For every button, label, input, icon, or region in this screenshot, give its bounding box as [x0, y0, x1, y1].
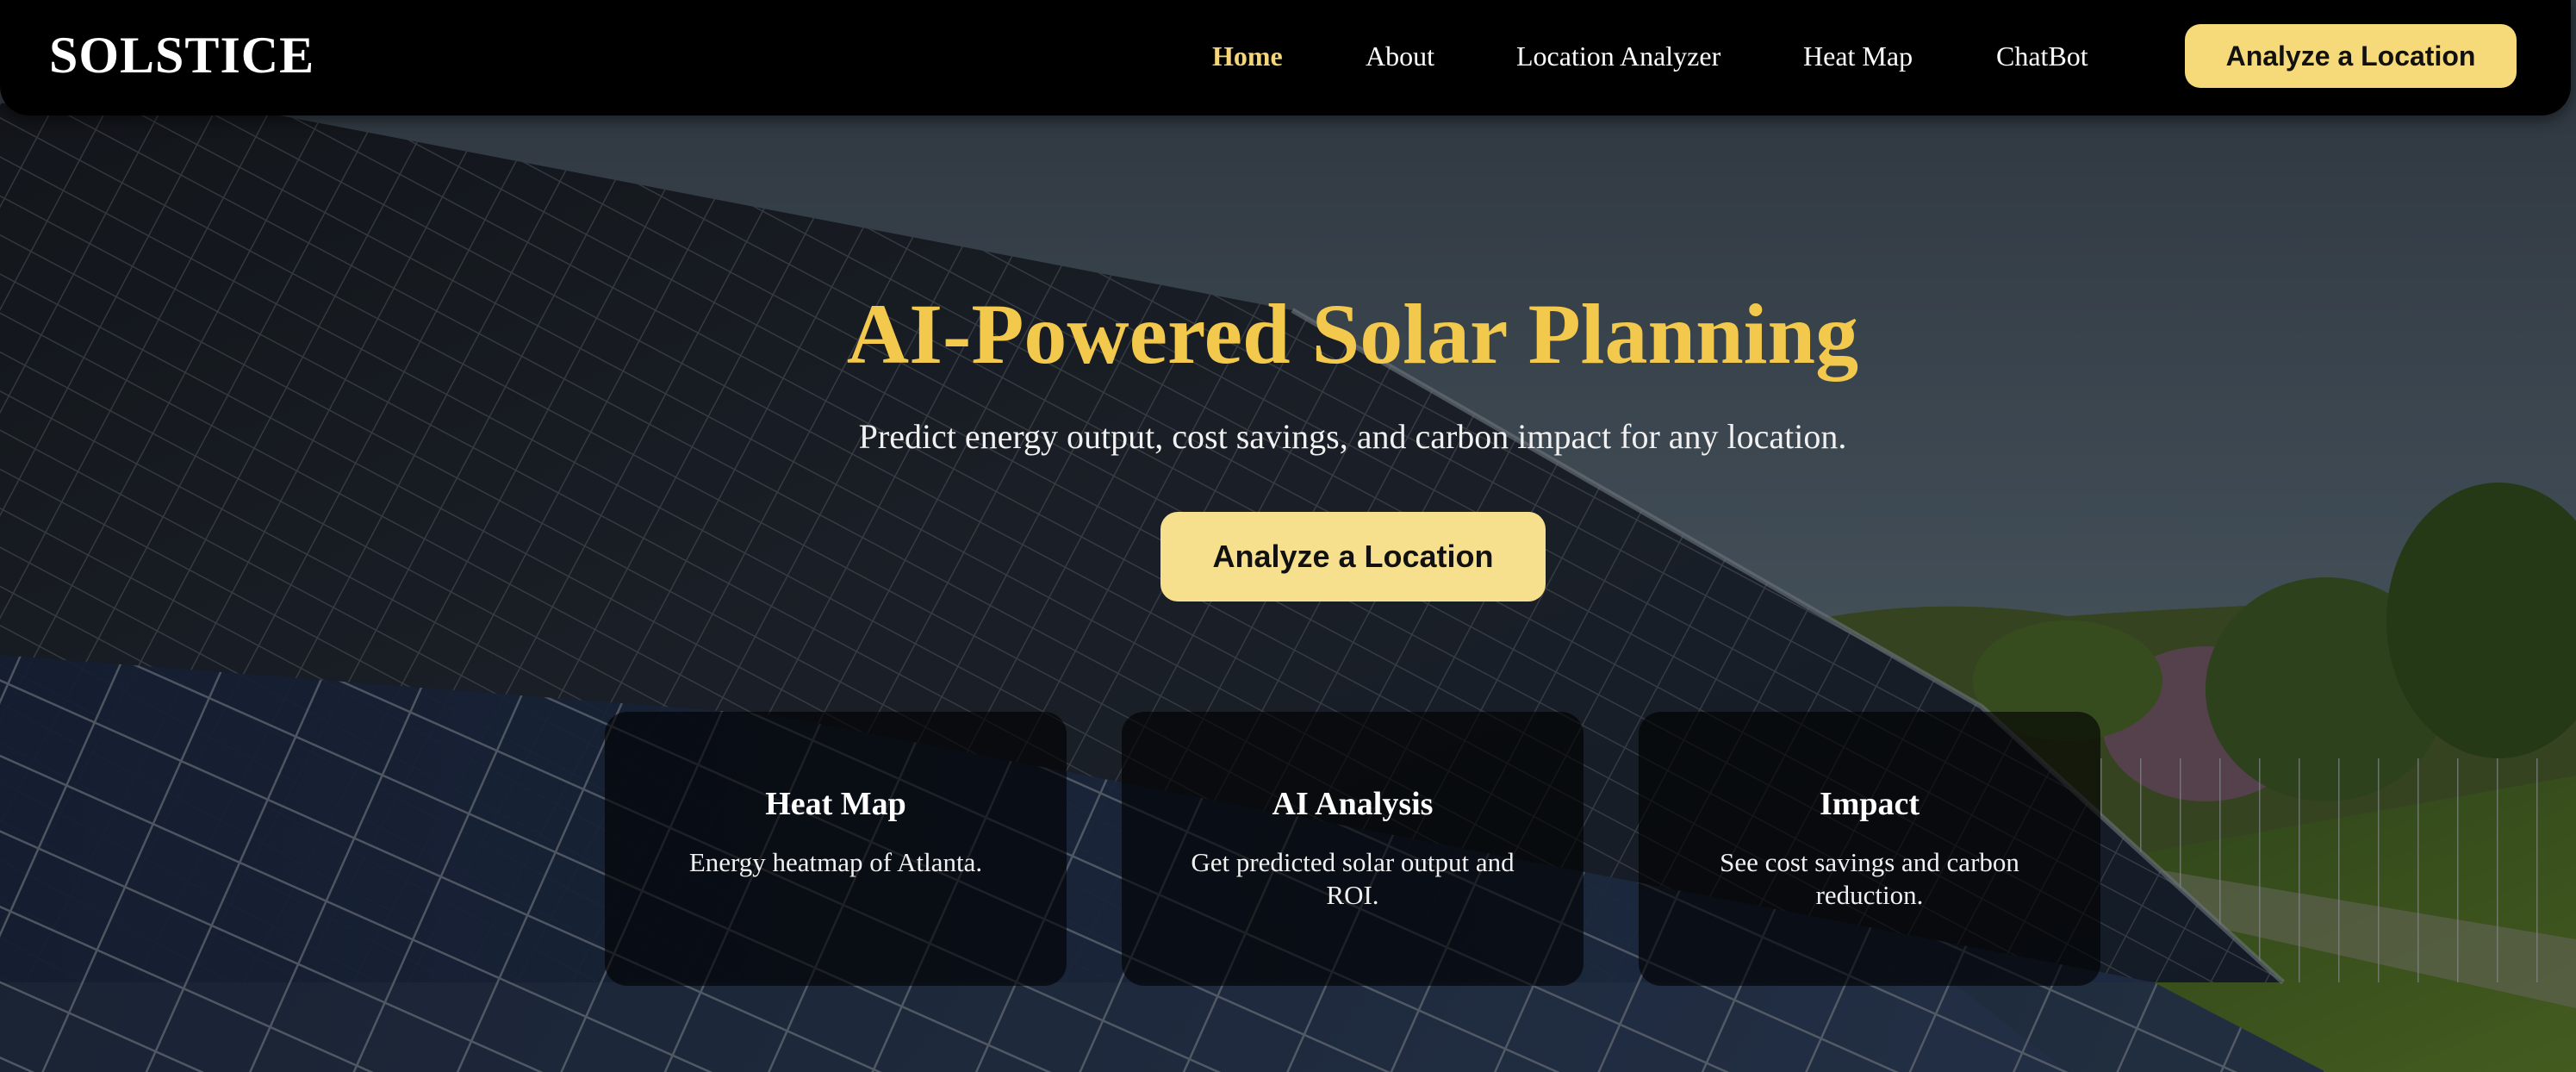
feature-card-title: Heat Map: [765, 786, 906, 822]
hero-subtitle: Predict energy output, cost savings, and…: [858, 417, 1847, 456]
feature-card-description: Energy heatmap of Atlanta.: [688, 847, 983, 877]
feature-card-description: Get predicted solar output and ROI.: [1191, 847, 1515, 910]
nav-link-heat-map[interactable]: Heat Map: [1803, 38, 1913, 74]
feature-card-title: AI Analysis: [1272, 786, 1434, 822]
nav-link-home[interactable]: Home: [1212, 38, 1283, 74]
feature-card-ai-analysis[interactable]: AI Analysis Get predicted solar output a…: [1122, 712, 1584, 986]
nav-link-about[interactable]: About: [1366, 38, 1434, 74]
brand-logo[interactable]: SOLSTICE: [49, 24, 314, 86]
top-navbar: SOLSTICE Home About Location Analyzer He…: [0, 0, 2571, 115]
hero-analyze-location-button[interactable]: Analyze a Location: [1160, 512, 1546, 601]
feature-card-impact[interactable]: Impact See cost savings and carbon reduc…: [1639, 712, 2100, 986]
nav-analyze-location-button[interactable]: Analyze a Location: [2185, 24, 2517, 88]
nav-link-chatbot[interactable]: ChatBot: [1996, 38, 2088, 74]
feature-card-description: See cost savings and carbon reduction.: [1720, 847, 2019, 910]
feature-card-title: Impact: [1819, 786, 1920, 822]
hero-title: AI-Powered Solar Planning: [846, 286, 1859, 382]
nav-link-location-analyzer[interactable]: Location Analyzer: [1516, 38, 1720, 74]
feature-card-heat-map[interactable]: Heat Map Energy heatmap of Atlanta.: [605, 712, 1067, 986]
